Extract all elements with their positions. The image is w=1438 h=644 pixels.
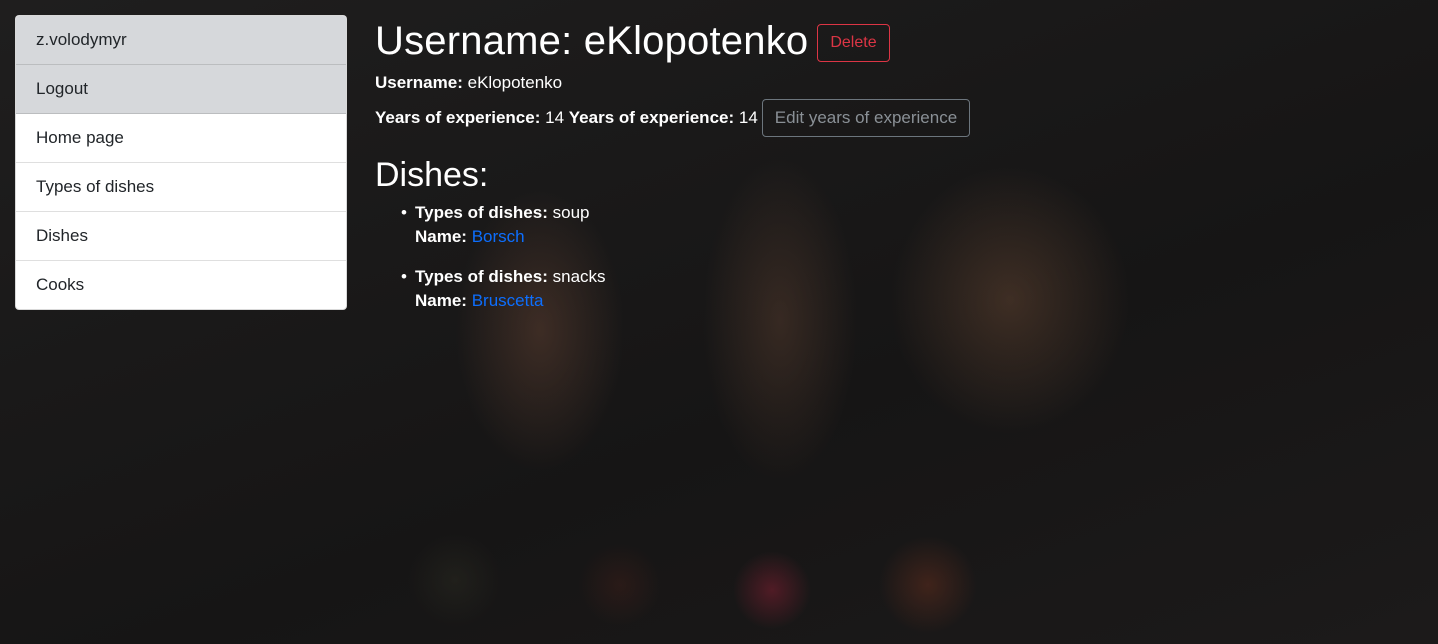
dish-name-link[interactable]: Borsch [472, 227, 525, 246]
sidebar-item-logout[interactable]: Logout [16, 65, 346, 114]
dish-name-link[interactable]: Bruscetta [472, 291, 544, 310]
dish-name-label: Name: [415, 291, 467, 310]
years-row: Years of experience: 14 Years of experie… [375, 99, 1415, 137]
sidebar-nav: z.volodymyr Logout Home page Types of di… [15, 15, 347, 310]
list-item: • Types of dishes: snacks Name: Bruscett… [401, 265, 1415, 313]
main-content: Username: eKlopotenko Delete Username: e… [375, 15, 1415, 329]
bullet-icon: • [401, 267, 407, 286]
sidebar-item-dishes[interactable]: Dishes [16, 212, 346, 261]
dish-type-label: Types of dishes: [415, 203, 548, 222]
sidebar-item-types-of-dishes[interactable]: Types of dishes [16, 163, 346, 212]
years-label: Years of experience: [375, 108, 541, 127]
dish-type-label: Types of dishes: [415, 267, 548, 286]
years-label-duplicate: Years of experience: [568, 108, 735, 127]
edit-years-button[interactable]: Edit years of experience [761, 99, 971, 137]
delete-button[interactable]: Delete [817, 24, 890, 62]
username-label: Username: [375, 73, 463, 92]
page-title: Username: eKlopotenko [375, 18, 809, 63]
years-value-duplicate: 14 [738, 108, 758, 127]
sidebar-item-home-page[interactable]: Home page [16, 114, 346, 163]
sidebar-item-cooks[interactable]: Cooks [16, 261, 346, 309]
username-value: eKlopotenko [467, 73, 563, 92]
dish-name-label: Name: [415, 227, 467, 246]
title-row: Username: eKlopotenko Delete [375, 15, 1415, 67]
list-item: • Types of dishes: soup Name: Borsch [401, 201, 1415, 249]
dish-type-value: soup [552, 203, 590, 222]
years-value: 14 [545, 108, 565, 127]
bullet-icon: • [401, 203, 407, 222]
years-of-experience-line: Years of experience: 14 Years of experie… [375, 106, 758, 130]
dish-type-value: snacks [552, 267, 606, 286]
username-line: Username: eKlopotenko [375, 71, 1415, 95]
dishes-heading: Dishes: [375, 156, 489, 194]
dish-list: • Types of dishes: soup Name: Borsch • T… [375, 201, 1415, 313]
sidebar-item-user[interactable]: z.volodymyr [16, 16, 346, 65]
